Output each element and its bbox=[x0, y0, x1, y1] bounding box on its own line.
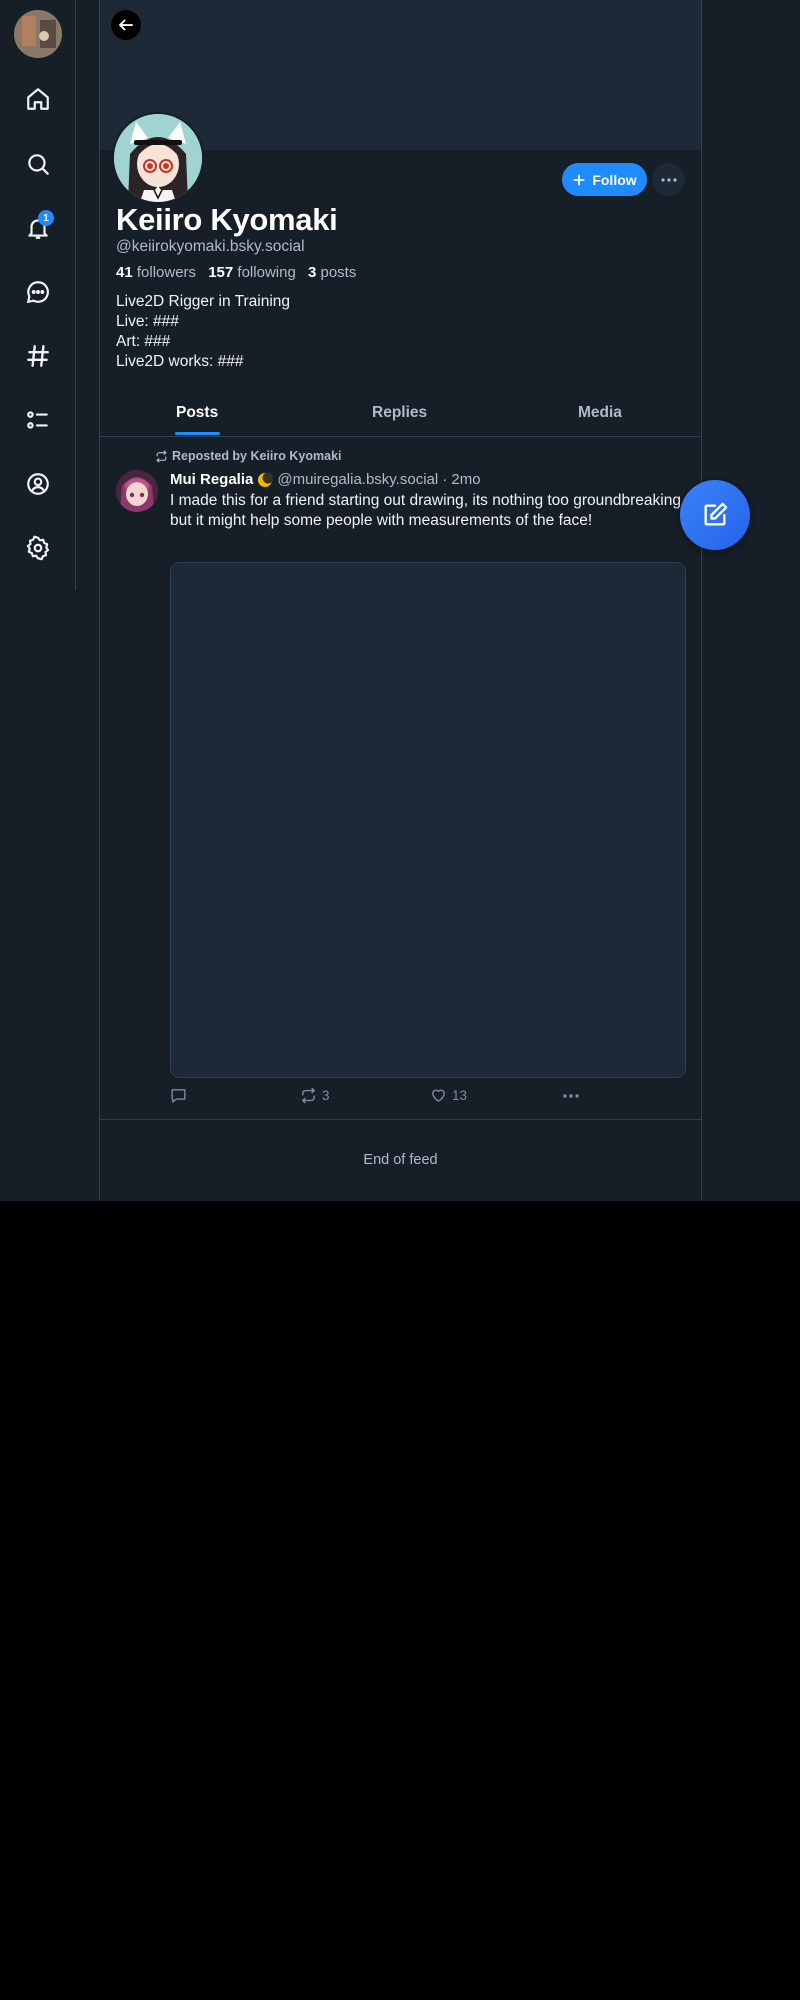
tab-replies[interactable]: Replies bbox=[372, 404, 427, 422]
followers-label: followers bbox=[136, 264, 197, 281]
tab-posts[interactable]: Posts bbox=[176, 404, 218, 422]
post-header: Mui Regalia @muiregalia.bsky.social · 2m… bbox=[170, 471, 481, 488]
repost-button[interactable]: 3 bbox=[300, 1087, 330, 1104]
post-timestamp[interactable]: · 2mo bbox=[442, 471, 480, 488]
profile-stats: 41 followers 157 following 3 posts bbox=[116, 264, 356, 281]
reply-button[interactable] bbox=[170, 1087, 187, 1104]
list-icon bbox=[27, 411, 48, 429]
post-image[interactable] bbox=[170, 562, 686, 1078]
search-icon bbox=[28, 154, 49, 175]
following-count: 157 bbox=[208, 264, 234, 281]
repost-label: Reposted by Keiiro Kyomaki bbox=[172, 449, 342, 463]
post-author-name[interactable]: Mui Regalia bbox=[170, 471, 253, 488]
hashtag-icon bbox=[27, 345, 49, 367]
profile-tabs: Posts Replies Media bbox=[100, 394, 701, 437]
profile-display-name: Keiiro Kyomaki bbox=[116, 202, 338, 237]
following-label: following bbox=[237, 264, 296, 281]
app-window: 1 Follow Keiiro Kyomaki @keiirokyomaki.b… bbox=[0, 0, 800, 1201]
nav-chat[interactable] bbox=[20, 274, 56, 310]
arrow-left-icon bbox=[119, 19, 133, 31]
ellipsis-icon bbox=[660, 177, 677, 182]
bio-line: Live2D Rigger in Training bbox=[116, 293, 291, 310]
bio-line: Live2D works: ### bbox=[116, 353, 244, 370]
active-tab-indicator bbox=[175, 432, 220, 435]
left-sidebar: 1 bbox=[0, 0, 76, 590]
post-actions: 3 13 bbox=[170, 1087, 695, 1107]
current-user-avatar[interactable] bbox=[14, 10, 62, 58]
posts-label: posts bbox=[320, 264, 357, 281]
bio-line: Art: ### bbox=[116, 333, 171, 350]
chat-icon bbox=[26, 281, 49, 304]
compose-icon bbox=[704, 502, 728, 526]
post-author-handle[interactable]: @muiregalia.bsky.social bbox=[277, 471, 438, 488]
post-author-avatar[interactable] bbox=[116, 470, 158, 512]
like-count: 13 bbox=[452, 1088, 468, 1103]
bio-line: Live: ### bbox=[116, 313, 179, 330]
gear-icon bbox=[26, 535, 50, 561]
compose-button[interactable] bbox=[680, 480, 750, 550]
post-text: I made this for a friend starting out dr… bbox=[170, 492, 686, 529]
ellipsis-icon bbox=[563, 1094, 579, 1098]
home-icon bbox=[27, 88, 49, 110]
profile-handle: @keiirokyomaki.bsky.social bbox=[116, 238, 305, 255]
follow-button[interactable]: Follow bbox=[562, 163, 647, 196]
notification-badge: 1 bbox=[38, 210, 54, 226]
moon-emoji-icon bbox=[258, 472, 274, 487]
nav-home[interactable] bbox=[20, 81, 56, 117]
heart-icon bbox=[432, 1089, 445, 1102]
back-button[interactable] bbox=[111, 10, 141, 40]
profile-more-button[interactable] bbox=[652, 163, 685, 196]
end-of-feed: End of feed bbox=[363, 1152, 438, 1168]
following-link[interactable]: 157 following bbox=[208, 264, 296, 281]
followers-link[interactable]: 41 followers bbox=[116, 264, 196, 281]
posts-stat: 3 posts bbox=[308, 264, 356, 281]
like-button[interactable]: 13 bbox=[430, 1087, 467, 1104]
nav-feeds[interactable] bbox=[20, 338, 56, 374]
nav-notifications[interactable]: 1 bbox=[20, 210, 56, 246]
nav-profile[interactable] bbox=[20, 466, 56, 502]
profile-bio: Live2D Rigger in Training Live: ### Art:… bbox=[116, 292, 290, 372]
post-more-button[interactable] bbox=[562, 1087, 580, 1104]
nav-settings[interactable] bbox=[20, 530, 56, 566]
profile-avatar[interactable] bbox=[112, 112, 204, 204]
nav-search[interactable] bbox=[20, 146, 56, 182]
nav-lists[interactable] bbox=[20, 402, 56, 438]
posts-count: 3 bbox=[307, 264, 317, 281]
profile-main-column: Follow Keiiro Kyomaki @keiirokyomaki.bsk… bbox=[99, 0, 702, 1201]
repost-indicator[interactable]: Reposted by Keiiro Kyomaki bbox=[155, 449, 342, 463]
repost-icon bbox=[302, 1087, 315, 1104]
feed-post[interactable]: Reposted by Keiiro Kyomaki Mui Regalia @… bbox=[100, 437, 701, 1120]
reply-icon bbox=[171, 1089, 186, 1103]
profile-icon bbox=[27, 473, 49, 495]
follow-label: Follow bbox=[592, 171, 637, 188]
tab-media[interactable]: Media bbox=[578, 404, 622, 422]
plus-icon bbox=[573, 173, 585, 186]
repost-icon bbox=[156, 449, 167, 463]
followers-count: 41 bbox=[116, 264, 133, 281]
repost-count: 3 bbox=[322, 1088, 330, 1103]
